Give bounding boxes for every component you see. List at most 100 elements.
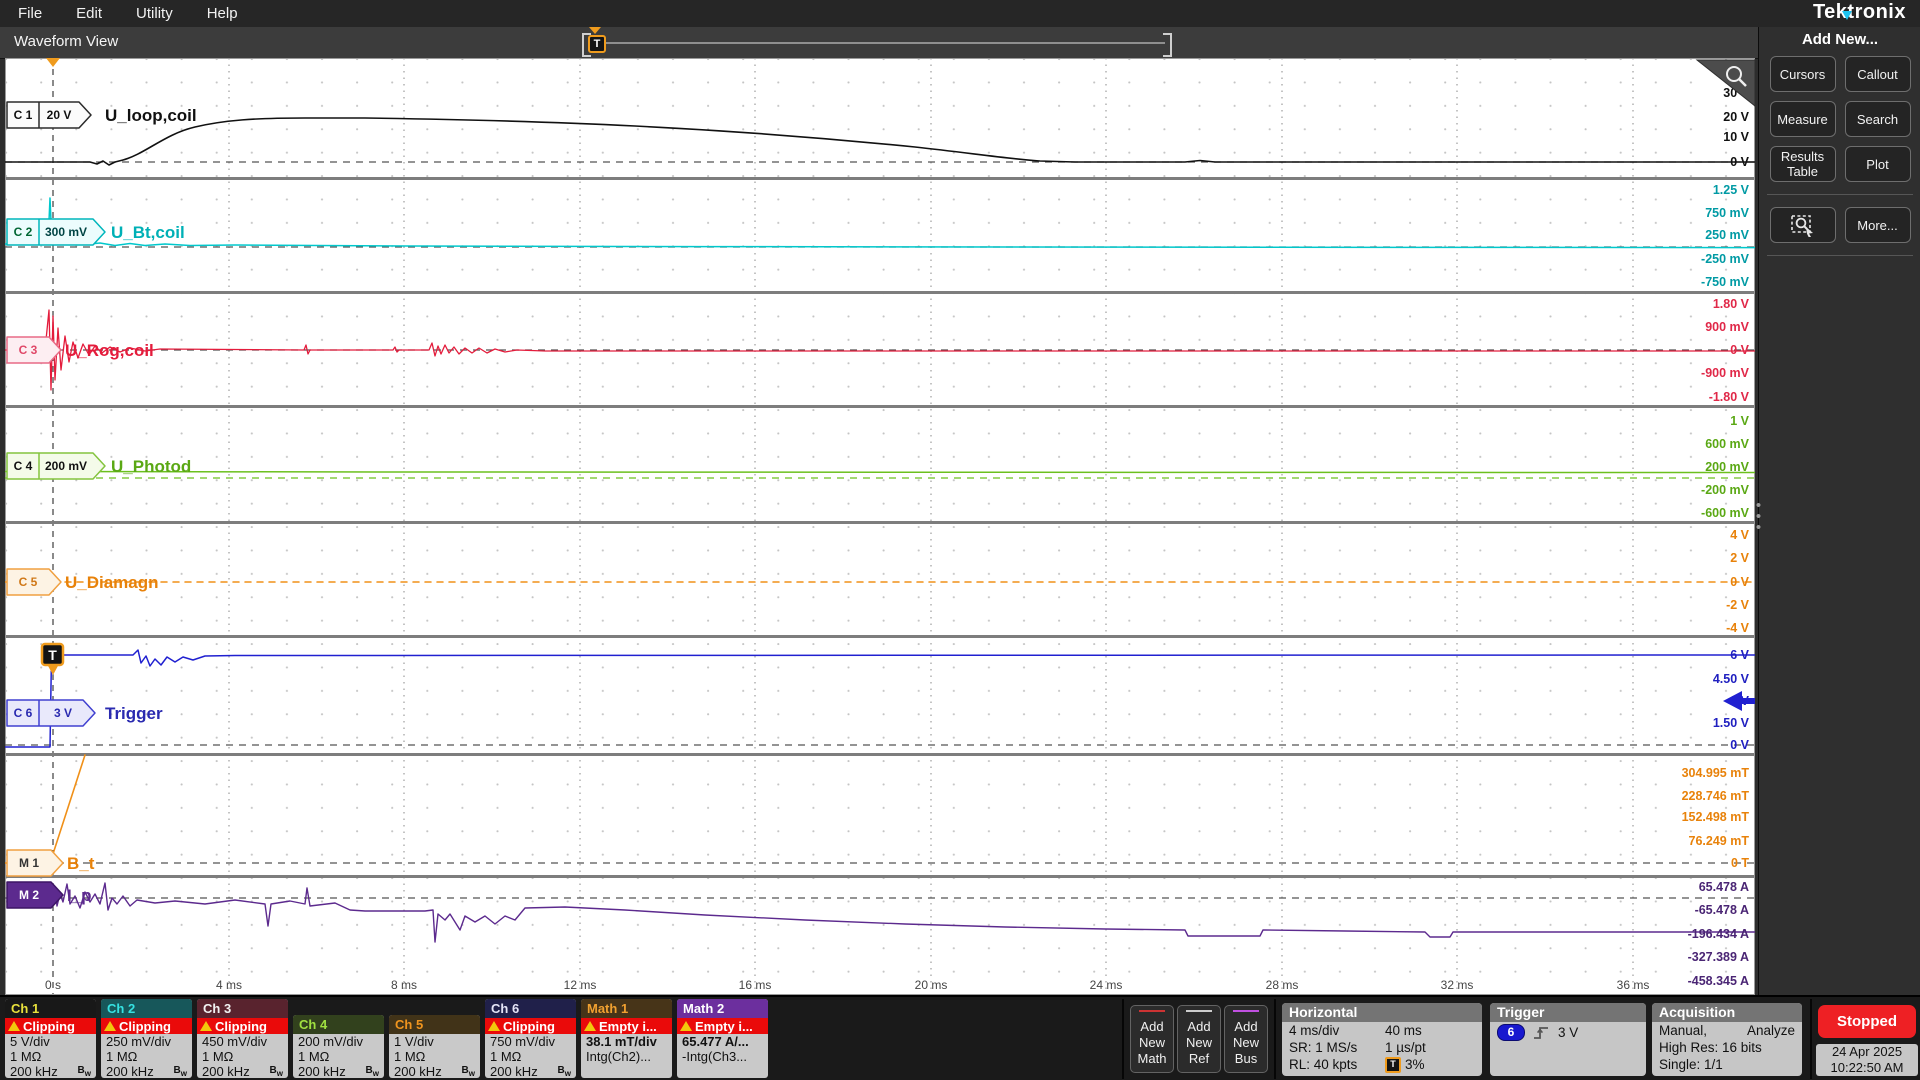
svg-text:24 ms: 24 ms [1090,978,1123,992]
add-new-title: Add New... [1759,31,1920,48]
svg-text:4 ms: 4 ms [216,978,242,992]
channel-handle-c2[interactable]: C 2 300 mV [7,219,105,245]
badge-math2[interactable]: Math 2 Empty i... 65.477 A/... -Intg(Ch3… [677,999,768,1078]
channel-handle-c3[interactable]: C 3 [7,337,61,363]
add-new-math-button[interactable]: Add New Math [1130,1005,1174,1073]
menu-utility[interactable]: Utility [136,5,173,22]
warning-icon [200,1021,212,1031]
menu-edit[interactable]: Edit [76,5,102,22]
svg-text:1.25 V: 1.25 V [1713,183,1750,197]
add-new-ref-button[interactable]: Add New Ref [1177,1005,1221,1073]
warning-icon [104,1021,116,1031]
badge-ch2[interactable]: Ch 2 Clipping 250 mV/div 1 MΩ 200 kHzBw [101,999,192,1078]
svg-text:228.746 mT: 228.746 mT [1682,789,1750,803]
acquisition-panel[interactable]: Acquisition Manual,Analyze High Res: 16 … [1652,1003,1802,1076]
svg-text:C 1: C 1 [14,108,33,122]
channel-handle-c4[interactable]: C 4 200 mV [7,453,105,479]
svg-text:-327.389 A: -327.389 A [1688,950,1749,964]
horizontal-panel[interactable]: Horizontal 4 ms/div40 ms SR: 1 MS/s1 µs/… [1282,1003,1482,1076]
svg-text:-600 mV: -600 mV [1701,506,1750,520]
svg-text:C 2: C 2 [14,225,33,239]
trigger-percent-icon: T [1385,1057,1401,1073]
run-stop-status-button[interactable]: Stopped [1818,1005,1916,1038]
badge-math1-title: Math 1 [581,999,672,1018]
badge-ch2-title: Ch 2 [101,999,192,1018]
svg-text:200 mV: 200 mV [45,459,87,473]
rising-edge-icon [1533,1025,1550,1040]
svg-text:-1.80 V: -1.80 V [1709,390,1750,404]
svg-text:M 2: M 2 [19,888,39,902]
bandwidth-limit-icon: Bw [462,1063,475,1079]
record-view-bar[interactable]: T [582,33,1172,53]
svg-text:6 V: 6 V [1730,648,1749,662]
splitter-handle[interactable]: ••• [1754,500,1763,533]
logo-wedge-icon [1842,11,1852,20]
ref-color-strip [1186,1010,1212,1012]
callout-button[interactable]: Callout [1845,56,1911,92]
warning-icon [680,1021,692,1031]
measure-button[interactable]: Measure [1770,101,1836,137]
channel-handle-m1[interactable]: M 1 [7,850,63,876]
tab-waveform-view[interactable]: Waveform View [14,33,118,50]
svg-text:-900 mV: -900 mV [1701,366,1750,380]
zoom-select-button[interactable] [1770,207,1836,243]
svg-text:2 V: 2 V [1730,551,1749,565]
cursors-button[interactable]: Cursors [1770,56,1836,92]
svg-text:16 ms: 16 ms [739,978,772,992]
svg-text:65.478 A: 65.478 A [1699,880,1749,894]
trigger-position-icon[interactable]: T [588,35,606,53]
label-ch6: Trigger [105,704,163,723]
menu-file[interactable]: File [18,5,42,22]
svg-text:304.995 mT: 304.995 mT [1682,766,1750,780]
svg-text:20 V: 20 V [47,108,72,122]
bottom-bar: Ch 1 Clipping 5 V/div 1 MΩ 200 kHzBw Ch … [0,995,1920,1080]
badge-math1[interactable]: Math 1 Empty i... 38.1 mT/div Intg(Ch2).… [581,999,672,1078]
channel-handle-c1[interactable]: C 1 20 V [7,102,91,128]
svg-text:-200 mV: -200 mV [1701,483,1750,497]
more-button[interactable]: More... [1845,207,1911,243]
trigger-panel[interactable]: Trigger 6 3 V [1490,1003,1646,1076]
badge-ch5[interactable]: Ch 5 1 V/div 1 MΩ 200 kHzBw [389,1015,480,1078]
horizontal-title: Horizontal [1282,1003,1482,1022]
trigger-source-pill: 6 [1497,1024,1525,1041]
zoom-select-icon [1790,213,1816,237]
svg-text:4 V: 4 V [1730,528,1749,542]
label-ch5: U_Diamagn [65,573,159,592]
menu-bar: File Edit Utility Help Tektronix [0,0,1920,27]
graticule [5,58,1755,995]
badge-math2-status: Empty i... [677,1018,768,1034]
bandwidth-limit-icon: Bw [270,1063,283,1079]
plot-area: T C 1 20 V C 2 300 mV [5,58,1755,995]
bottom-separator [1810,999,1812,1079]
badge-ch4[interactable]: Ch 4 200 mV/div 1 MΩ 200 kHzBw [293,1015,384,1078]
badge-ch3[interactable]: Ch 3 Clipping 450 mV/div 1 MΩ 200 kHzBw [197,999,288,1078]
badge-ch2-clipping: Clipping [101,1018,192,1034]
search-button[interactable]: Search [1845,101,1911,137]
svg-text:-2 V: -2 V [1726,598,1750,612]
record-right-bracket [1163,33,1172,57]
svg-text:900 mV: 900 mV [1705,320,1749,334]
svg-text:200 mV: 200 mV [1705,460,1749,474]
sidebar-divider [1767,194,1913,195]
svg-text:250 mV: 250 mV [1705,228,1749,242]
channel-handle-c5[interactable]: C 5 [7,569,61,595]
badge-ch1[interactable]: Ch 1 Clipping 5 V/div 1 MΩ 200 kHzBw [5,999,96,1078]
results-table-button[interactable]: Results Table [1770,146,1836,182]
trigger-title: Trigger [1490,1003,1646,1022]
channel-handle-m2[interactable]: M 2 [7,882,63,908]
svg-text:C 6: C 6 [14,706,33,720]
svg-text:1.50 V: 1.50 V [1713,716,1750,730]
add-new-bus-button[interactable]: Add New Bus [1224,1005,1268,1073]
svg-text:76.249 mT: 76.249 mT [1689,834,1750,848]
datetime-display: 24 Apr 2025 10:22:50 AM [1816,1044,1918,1076]
menu-help[interactable]: Help [207,5,238,22]
channel-handle-c6[interactable]: C 6 3 V [7,700,95,726]
svg-text:10 V: 10 V [1723,130,1749,144]
plot-button[interactable]: Plot [1845,146,1911,182]
badge-ch5-title: Ch 5 [389,1015,480,1034]
svg-text:M 1: M 1 [19,856,39,870]
badge-ch6[interactable]: Ch 6 Clipping 750 mV/div 1 MΩ 200 kHzBw [485,999,576,1078]
trigger-level: 3 V [1558,1024,1578,1041]
label-m2: I_p [67,886,92,905]
svg-text:-196.434 A: -196.434 A [1688,927,1749,941]
